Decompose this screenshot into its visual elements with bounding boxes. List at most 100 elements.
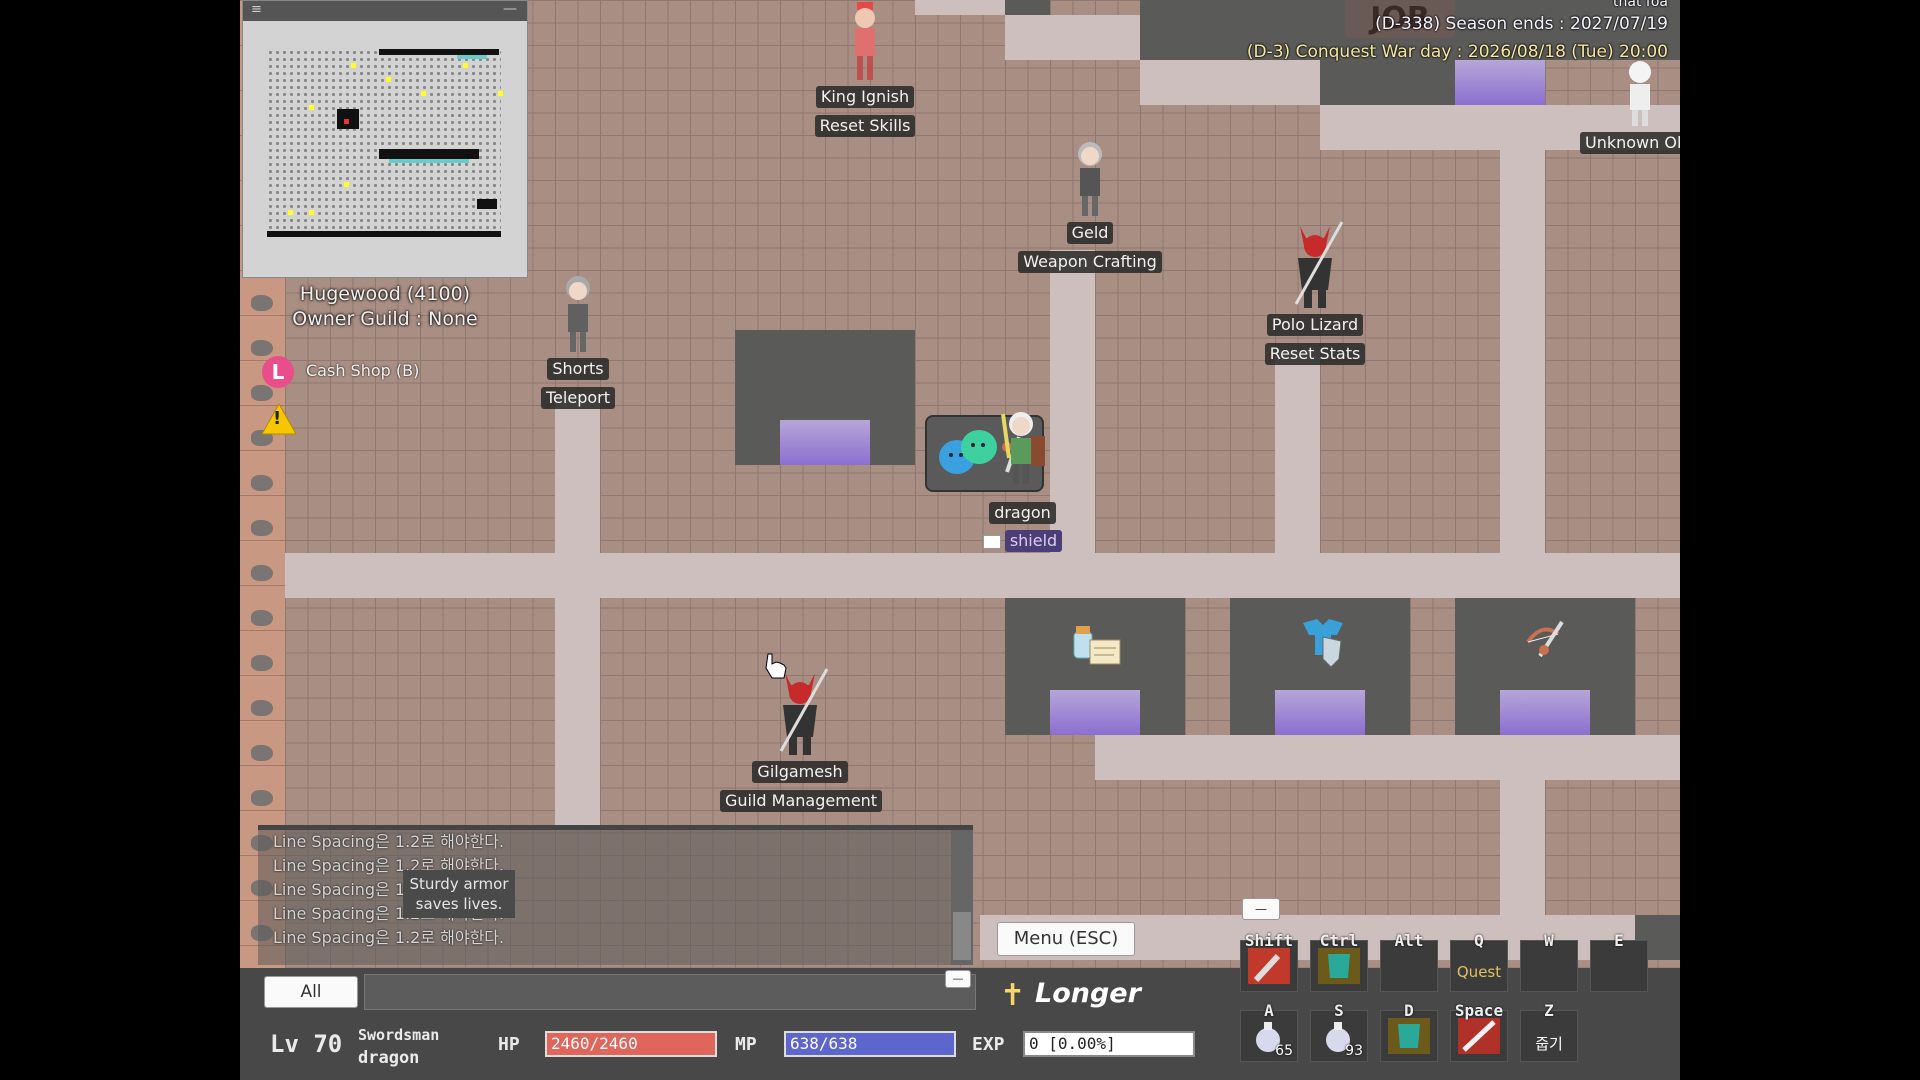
- player-name-hud: dragon: [358, 1048, 420, 1068]
- hotkey-key: Q: [1474, 931, 1484, 950]
- hp-bar: 2460/2460: [545, 1031, 717, 1057]
- menu-button[interactable]: Menu (ESC): [997, 922, 1135, 956]
- hotkey-slot-ctrl[interactable]: Ctrl: [1310, 931, 1368, 992]
- mp-label: MP: [735, 1034, 757, 1055]
- buff-name: Longer: [1035, 978, 1141, 1009]
- minimap-titlebar[interactable]: ≡ —: [243, 1, 527, 21]
- npc-unknown[interactable]: Unknown Ol: [1580, 58, 1680, 154]
- tooltip: Sturdy armor saves lives.: [403, 870, 515, 918]
- swordsman-sprite-icon: [1000, 412, 1045, 484]
- portal[interactable]: [780, 420, 870, 465]
- hotkey-count: 65: [1275, 1043, 1293, 1059]
- hotkey-key: E: [1614, 931, 1624, 950]
- chat-input[interactable]: [364, 974, 976, 1010]
- player-job: Swordsman: [358, 1026, 440, 1044]
- chat-scrollbar[interactable]: [951, 830, 973, 965]
- mp-text: 638/638: [790, 1034, 858, 1053]
- hotkey-key: S: [1334, 1001, 1344, 1020]
- npc-geld[interactable]: Geld Weapon Crafting: [1010, 138, 1170, 273]
- road: [1500, 140, 1545, 920]
- hand-cursor-icon: [765, 653, 787, 679]
- hotbar-collapse-button[interactable]: —: [1242, 898, 1280, 920]
- corner-label: that foa: [1613, 0, 1668, 10]
- npc-name: Gilgamesh: [752, 761, 848, 783]
- portal[interactable]: [1275, 690, 1365, 735]
- player-level: Lv 70: [270, 1030, 343, 1058]
- road: [1095, 735, 1680, 780]
- sword-icon: [1454, 1014, 1504, 1062]
- npc-role: Reset Stats: [1264, 343, 1366, 365]
- warning-glyph: !: [273, 408, 282, 429]
- npc-name: Shorts: [547, 358, 609, 380]
- hotkey-key: Alt: [1394, 931, 1424, 950]
- armor-shield-icon: [1303, 619, 1343, 668]
- hotkey-slot-space[interactable]: Space: [1450, 1001, 1508, 1062]
- player-character[interactable]: dragon shield: [960, 408, 1085, 552]
- npc-role: Reset Skills: [814, 115, 916, 137]
- chat-line: Line Spacing은 1.2로 해야한다.: [273, 880, 505, 899]
- king-sprite-icon: [855, 2, 875, 80]
- cash-shop-label[interactable]: Cash Shop (B): [306, 361, 419, 380]
- portal[interactable]: [1455, 60, 1545, 105]
- npc-name: King Ignish: [815, 86, 915, 108]
- smith-sprite-icon: [1078, 142, 1102, 216]
- hotkey-slot-e[interactable]: E: [1590, 931, 1648, 992]
- hotkey-slot-q[interactable]: Q Quest: [1450, 931, 1508, 992]
- hotkey-label: 줍기: [1535, 1035, 1563, 1053]
- building-dark: [1005, 0, 1050, 15]
- hp-label: HP: [498, 1034, 520, 1055]
- war-info: (D-3) Conquest War day : 2026/08/18 (Tue…: [1246, 42, 1668, 62]
- chat-line: Line Spacing은 1.2로 해야한다.: [273, 832, 505, 851]
- hp-text: 2460/2460: [551, 1034, 638, 1053]
- exp-label: EXP: [972, 1034, 1005, 1055]
- npc-gilgamesh[interactable]: Gilgamesh Guild Management: [720, 665, 883, 812]
- chat-line: Line Spacing은 1.2로 해야한다.: [273, 904, 505, 923]
- bow-sword-icon: [1526, 620, 1564, 658]
- armor-icon: [1384, 1014, 1434, 1062]
- hotkey-slot-s[interactable]: S 93: [1310, 1001, 1368, 1062]
- npc-role: Weapon Crafting: [1018, 251, 1162, 273]
- minimize-icon[interactable]: —: [503, 1, 517, 17]
- chat-minimize-button[interactable]: —: [945, 970, 971, 988]
- hotkey-key: Z: [1544, 1001, 1554, 1020]
- npc-name: Polo Lizard: [1266, 314, 1364, 336]
- hotkey-slot-w[interactable]: W: [1520, 931, 1578, 992]
- portal[interactable]: [1050, 690, 1140, 735]
- hotkey-slot-a[interactable]: A 65: [1240, 1001, 1298, 1062]
- npc-king-ignish[interactable]: King Ignish Reset Skills: [785, 0, 945, 137]
- lizard-sprite-icon: [1294, 221, 1344, 308]
- map-owner: Owner Guild : None: [292, 308, 478, 330]
- hotkey-slot-d[interactable]: D: [1380, 1001, 1438, 1062]
- portal[interactable]: [1500, 690, 1590, 735]
- map-name: Hugewood (4100): [299, 283, 471, 305]
- road: [1140, 60, 1320, 105]
- hotkey-slot-z[interactable]: Z 줍기: [1520, 1001, 1578, 1062]
- hotkey-key: Shift: [1244, 931, 1294, 950]
- hotkey-label: Quest: [1456, 963, 1502, 981]
- exp-bar: 0 [0.00%]: [1023, 1031, 1195, 1057]
- mp-bar: 638/638: [784, 1031, 956, 1057]
- buff-cross-icon: ✝: [1000, 978, 1026, 1013]
- cash-shop-icon[interactable]: L: [262, 356, 294, 388]
- npc-polo-lizard[interactable]: Polo Lizard Reset Stats: [1235, 218, 1395, 365]
- game-viewport[interactable]: King Ignish Reset Skills Geld Weapon Cra…: [240, 0, 1680, 1080]
- npc-role: Guild Management: [720, 790, 883, 812]
- chat-window[interactable]: Line Spacing은 1.2로 해야한다. Line Spacing은 1…: [258, 825, 973, 965]
- hammer-icon: [1244, 944, 1294, 992]
- npc-name: Geld: [1066, 222, 1114, 244]
- chat-tab-all[interactable]: All: [264, 976, 358, 1008]
- minimap[interactable]: ≡ —: [242, 0, 528, 278]
- npc-role: Teleport: [541, 387, 615, 409]
- menu-icon[interactable]: ≡: [251, 2, 262, 17]
- hotkey-key: D: [1404, 1001, 1414, 1020]
- hotkey-count: 93: [1345, 1043, 1363, 1059]
- armor-icon: [1314, 944, 1364, 992]
- hotkey-slot-alt[interactable]: Alt: [1380, 931, 1438, 992]
- hotkey-slot-shift[interactable]: Shift: [1240, 931, 1298, 992]
- player-name: dragon: [989, 502, 1056, 524]
- main-road: [285, 553, 1680, 598]
- npc-name: Unknown Ol: [1580, 132, 1680, 154]
- guild-flag-icon: [982, 534, 1001, 549]
- season-info: (D-338) Season ends : 2027/07/19: [1375, 14, 1668, 34]
- road: [1005, 15, 1140, 60]
